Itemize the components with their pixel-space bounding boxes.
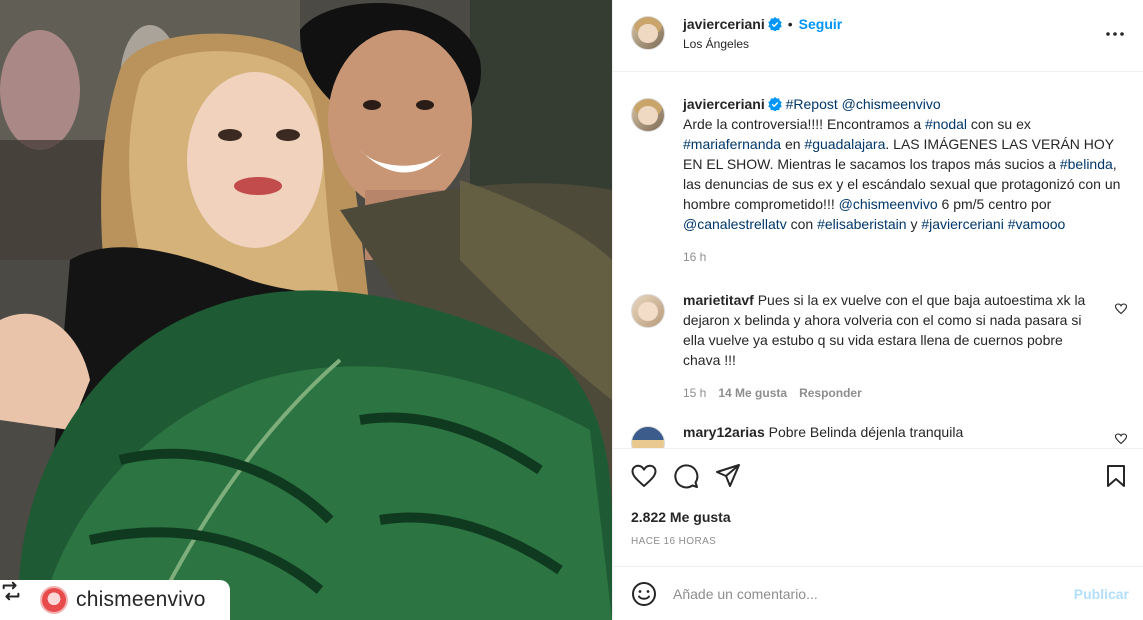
mention-link[interactable]: @canalestrellatv (683, 216, 787, 232)
caption-segment: 6 pm/5 centro por (937, 196, 1052, 212)
post-actions: 2.822 Me gusta HACE 16 HORAS (613, 448, 1143, 558)
commenter-username[interactable]: marietitavf (683, 292, 754, 308)
post-photo[interactable]: chismeenvivo (0, 0, 612, 620)
hashtag-link[interactable]: #belinda (1060, 156, 1113, 172)
caption-segment: y (906, 216, 922, 232)
caption-username[interactable]: javierceriani (683, 96, 765, 112)
author-username[interactable]: javierceriani (683, 16, 765, 32)
comments-list[interactable]: javierceriani #Repost @chismeenvivo Arde … (613, 72, 1143, 448)
post-timestamp[interactable]: HACE 16 HORAS (631, 536, 716, 547)
share-paper-plane-icon[interactable] (715, 463, 741, 489)
like-heart-icon[interactable] (631, 463, 657, 489)
hashtag-link[interactable]: #Repost (786, 96, 838, 112)
hashtag-link[interactable]: #nodal (925, 116, 967, 132)
verified-icon (768, 17, 782, 32)
repost-account-logo (40, 586, 68, 614)
repost-icon (2, 581, 32, 612)
caption-segment: con (786, 216, 818, 232)
comment-meta: 15 h 14 Me gusta Responder (683, 386, 1127, 400)
mention-link[interactable]: @chismeenvivo (842, 96, 941, 112)
hashtag-link[interactable]: #guadalajara (804, 136, 885, 152)
commenter-avatar[interactable] (631, 426, 665, 448)
comment-likes[interactable]: 14 Me gusta (718, 386, 787, 400)
commenter-avatar[interactable] (631, 294, 665, 328)
post-location[interactable]: Los Ángeles (683, 37, 749, 51)
separator-dot: • (787, 16, 793, 32)
comment-like-heart-icon[interactable] (1114, 302, 1128, 315)
hashtag-link[interactable]: #javierceriani (921, 216, 1003, 232)
post-photo-illustration (0, 0, 612, 620)
caption-author-avatar[interactable] (631, 98, 665, 132)
author-avatar[interactable] (631, 16, 665, 50)
author-name-row: javierceriani • Seguir (683, 16, 842, 32)
caption-segment: Arde la controversia!!!! Encontramos a (683, 116, 925, 132)
post-caption: javierceriani #Repost @chismeenvivo Arde … (631, 94, 1127, 264)
action-icons (631, 463, 741, 489)
likes-count[interactable]: 2.822 Me gusta (631, 509, 731, 525)
hashtag-link[interactable]: #vamooo (1008, 216, 1066, 232)
comment-body: Pobre Belinda déjenla tranquila (768, 424, 964, 440)
publish-button[interactable]: Publicar (1074, 586, 1129, 602)
caption-meta: 16 h (683, 250, 1127, 264)
comment-item: mary12arias Pobre Belinda déjenla tranqu… (631, 422, 1128, 448)
commenter-username[interactable]: mary12arias (683, 424, 765, 440)
caption-text: javierceriani #Repost @chismeenvivo Arde … (683, 94, 1127, 234)
comment-like-heart-icon[interactable] (1114, 432, 1128, 445)
caption-time[interactable]: 16 h (683, 250, 706, 264)
mention-link[interactable]: @chismeenvivo (839, 196, 938, 212)
post-side-panel: javierceriani • Seguir Los Ángeles javie… (612, 0, 1143, 620)
hashtag-link[interactable]: #elisaberistain (817, 216, 907, 232)
reply-button[interactable]: Responder (799, 386, 862, 400)
comment-item: marietitavf Pues si la ex vuelve con el … (631, 290, 1128, 400)
repost-badge: chismeenvivo (0, 580, 230, 620)
comment-text: mary12arias Pobre Belinda déjenla tranqu… (683, 422, 1127, 442)
follow-button[interactable]: Seguir (799, 16, 843, 32)
verified-icon (768, 96, 782, 112)
caption-segment: con su ex (967, 116, 1031, 132)
comment-time[interactable]: 15 h (683, 386, 706, 400)
comment-bubble-icon[interactable] (673, 463, 699, 489)
post-header: javierceriani • Seguir Los Ángeles (613, 0, 1143, 72)
hashtag-link[interactable]: #mariafernanda (683, 136, 781, 152)
comment-text: marietitavf Pues si la ex vuelve con el … (683, 290, 1127, 370)
save-bookmark-icon[interactable] (1103, 463, 1129, 489)
comment-input[interactable] (673, 585, 1074, 602)
add-comment-bar: Publicar (613, 566, 1143, 620)
emoji-smiley-icon[interactable] (631, 581, 657, 607)
caption-segment: en (781, 136, 805, 152)
more-options-icon[interactable] (1103, 22, 1127, 46)
repost-handle: chismeenvivo (76, 588, 206, 611)
